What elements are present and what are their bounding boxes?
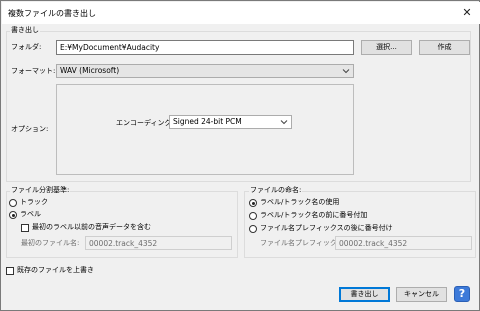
format-label: フォーマット: bbox=[11, 67, 56, 75]
tracks-radio[interactable] bbox=[9, 199, 17, 207]
prefix-input[interactable]: 00002.track_4352 bbox=[335, 236, 472, 250]
labels-radio-label[interactable]: ラベル bbox=[20, 210, 41, 219]
number-after-prefix-radio-label[interactable]: ファイル名プレフィックスの後に番号付け bbox=[260, 224, 393, 233]
window-title: 複数ファイルの書き出し bbox=[8, 9, 96, 18]
use-name-radio-label[interactable]: ラベル/トラック名の使用 bbox=[260, 198, 339, 207]
tracks-radio-label[interactable]: トラック bbox=[20, 198, 48, 207]
export-multiple-dialog: 複数ファイルの書き出し ✕ 書き出し フォルダ: E:¥MyDocument¥A… bbox=[0, 0, 480, 311]
title-bar: 複数ファイルの書き出し ✕ bbox=[2, 2, 480, 24]
help-button[interactable]: ? bbox=[454, 286, 470, 302]
encoding-select[interactable]: Signed 24-bit PCM bbox=[169, 115, 292, 129]
cancel-button[interactable]: キャンセル bbox=[396, 287, 447, 302]
labels-radio[interactable] bbox=[9, 211, 17, 219]
naming-group-legend: ファイルの命名: bbox=[249, 186, 303, 195]
create-button[interactable]: 作成 bbox=[419, 40, 470, 55]
encoding-select-value: Signed 24-bit PCM bbox=[173, 117, 242, 126]
export-group-legend: 書き出し bbox=[10, 26, 40, 35]
format-select[interactable]: WAV (Microsoft) bbox=[56, 64, 354, 78]
overwrite-label[interactable]: 既存のファイルを上書き bbox=[17, 266, 94, 275]
first-file-label: 最初のファイル名: bbox=[21, 239, 80, 247]
number-before-radio[interactable] bbox=[249, 212, 257, 220]
encoding-label: エンコーディング: bbox=[116, 119, 174, 127]
browse-button[interactable]: 選択... bbox=[361, 40, 412, 55]
format-select-value: WAV (Microsoft) bbox=[60, 66, 120, 75]
options-label: オプション: bbox=[11, 125, 49, 133]
close-icon[interactable]: ✕ bbox=[457, 4, 477, 21]
split-group-legend: ファイル分割基準: bbox=[10, 186, 71, 195]
overwrite-checkbox[interactable] bbox=[6, 267, 14, 275]
include-audio-checkbox[interactable] bbox=[21, 224, 29, 232]
include-audio-label[interactable]: 最初のラベル以前の音声データを含む bbox=[32, 223, 151, 232]
export-button[interactable]: 書き出し bbox=[339, 287, 390, 302]
chevron-down-icon bbox=[342, 69, 350, 74]
folder-input[interactable]: E:¥MyDocument¥Audacity bbox=[56, 40, 354, 55]
number-after-prefix-radio[interactable] bbox=[249, 225, 257, 233]
format-options-panel bbox=[56, 84, 354, 175]
number-before-radio-label[interactable]: ラベル/トラック名の前に番号付加 bbox=[260, 211, 367, 220]
first-file-input[interactable]: 00002.track_4352 bbox=[85, 236, 232, 250]
use-name-radio[interactable] bbox=[249, 199, 257, 207]
chevron-down-icon bbox=[280, 120, 288, 125]
folder-label: フォルダ: bbox=[11, 43, 42, 51]
prefix-label: ファイル名プレフィックス: bbox=[260, 239, 347, 247]
